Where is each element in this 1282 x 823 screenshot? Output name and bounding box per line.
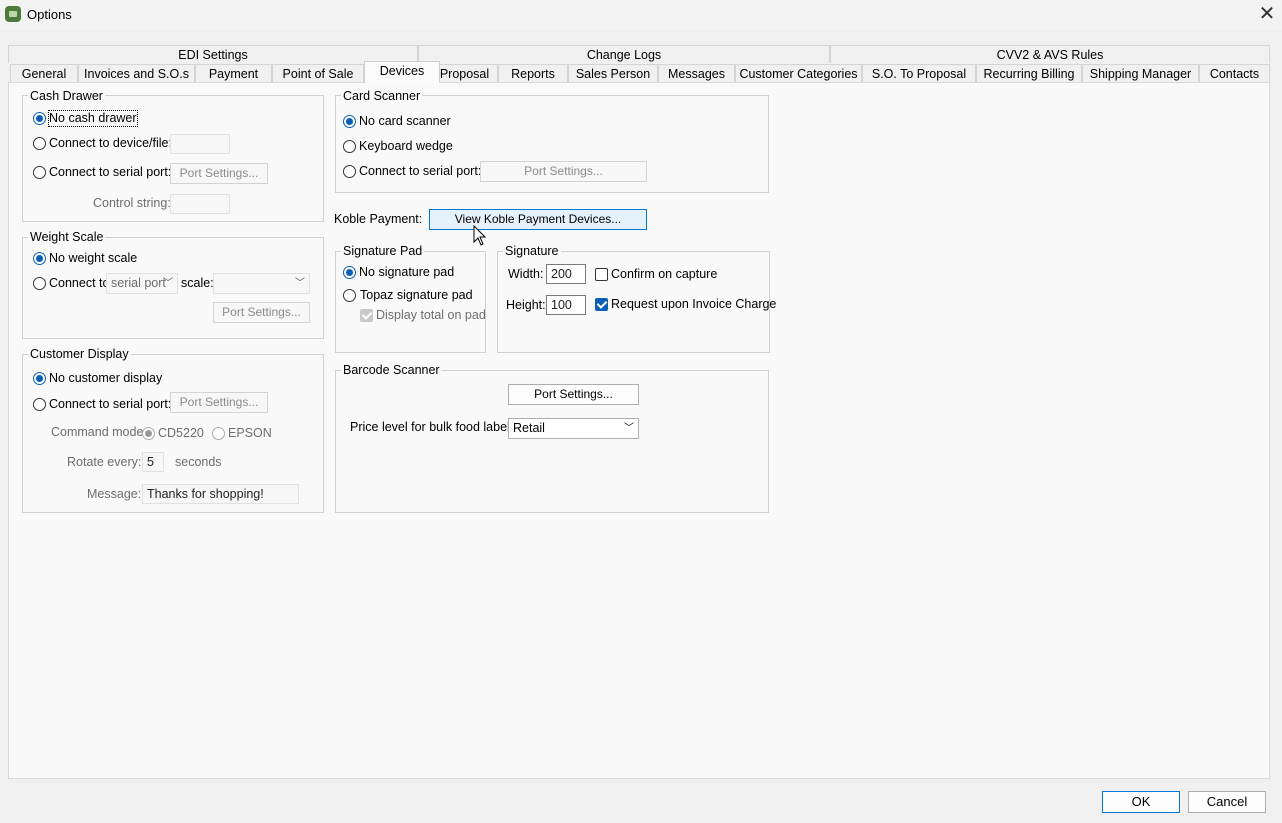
- connect-serial-port-radio[interactable]: [33, 166, 46, 179]
- signature-height-input[interactable]: 100: [546, 295, 586, 315]
- tab-general[interactable]: General: [10, 64, 78, 82]
- no-weight-scale-label[interactable]: No weight scale: [49, 251, 137, 266]
- no-card-scanner-radio[interactable]: [343, 115, 356, 128]
- tab-row-1: EDI Settings Change Logs CVV2 & AVS Rule…: [8, 45, 1270, 64]
- no-cash-drawer-label[interactable]: No cash drawer: [48, 110, 138, 127]
- scale-label: scale:: [181, 276, 214, 290]
- display-total-checkbox[interactable]: [360, 309, 373, 322]
- no-customer-display-radio[interactable]: [33, 372, 46, 385]
- request-upon-invoice-charge-label[interactable]: Request upon Invoice Charge: [611, 297, 776, 312]
- no-signature-pad-radio[interactable]: [343, 266, 356, 279]
- signature-width-input[interactable]: 200: [546, 264, 586, 284]
- connect-to-label[interactable]: Connect to: [49, 276, 109, 291]
- tab-change-logs[interactable]: Change Logs: [418, 45, 830, 63]
- request-upon-invoice-charge-checkbox[interactable]: [595, 298, 608, 311]
- message-label: Message:: [87, 487, 142, 501]
- cash-drawer-legend: Cash Drawer: [28, 89, 105, 103]
- cd5220-radio[interactable]: [142, 427, 155, 440]
- price-level-label: Price level for bulk food label:: [350, 420, 514, 434]
- connect-to-scale-radio[interactable]: [33, 277, 46, 290]
- card-scanner-legend: Card Scanner: [341, 89, 423, 103]
- scale-port-value: serial port: [111, 276, 166, 290]
- confirm-on-capture-label[interactable]: Confirm on capture: [611, 267, 717, 282]
- epson-label[interactable]: EPSON: [228, 426, 272, 441]
- cash-drawer-port-settings-button[interactable]: Port Settings...: [170, 163, 268, 184]
- koble-payment-label: Koble Payment:: [334, 212, 423, 226]
- rotate-every-label: Rotate every:: [67, 455, 142, 469]
- card-serial-port-radio[interactable]: [343, 165, 356, 178]
- height-label: Height:: [506, 298, 546, 312]
- no-weight-scale-radio[interactable]: [33, 252, 46, 265]
- scale-port-select[interactable]: serial port ﹀: [106, 273, 178, 294]
- device-file-input[interactable]: [170, 134, 230, 154]
- control-string-input[interactable]: [170, 194, 230, 214]
- mouse-cursor-icon: [473, 225, 487, 246]
- display-total-label[interactable]: Display total on pad: [376, 308, 486, 323]
- tab-edi-settings[interactable]: EDI Settings: [8, 45, 418, 63]
- confirm-on-capture-checkbox[interactable]: [595, 268, 608, 281]
- tab-customer-categories[interactable]: Customer Categories: [735, 64, 862, 82]
- barcode-port-settings-button[interactable]: Port Settings...: [508, 384, 639, 405]
- card-serial-port-label[interactable]: Connect to serial port:: [359, 164, 481, 179]
- cd5220-label[interactable]: CD5220: [158, 426, 204, 441]
- customer-display-port-settings-button[interactable]: Port Settings...: [170, 392, 268, 413]
- no-customer-display-label[interactable]: No customer display: [49, 371, 162, 386]
- rotate-seconds-input[interactable]: 5: [142, 452, 164, 472]
- tab-reports[interactable]: Reports: [498, 64, 568, 82]
- no-cash-drawer-radio[interactable]: [33, 112, 46, 125]
- message-input[interactable]: Thanks for shopping!: [142, 484, 299, 504]
- tab-devices[interactable]: Devices: [364, 61, 440, 83]
- tab-row-2: General Invoices and S.O.s Payment Point…: [8, 61, 1270, 83]
- tab-recurring-billing[interactable]: Recurring Billing: [976, 64, 1082, 82]
- width-label: Width:: [508, 267, 544, 281]
- connect-device-file-label[interactable]: Connect to device/file:: [49, 136, 172, 151]
- tab-cvv2-avs-rules[interactable]: CVV2 & AVS Rules: [830, 45, 1270, 63]
- price-level-select[interactable]: Retail ﹀: [508, 418, 639, 439]
- tab-invoices-and-sos[interactable]: Invoices and S.O.s: [78, 64, 195, 82]
- signature-legend: Signature: [503, 244, 561, 258]
- connect-device-file-radio[interactable]: [33, 137, 46, 150]
- seconds-label: seconds: [175, 455, 222, 469]
- weight-scale-legend: Weight Scale: [28, 230, 106, 244]
- display-serial-port-radio[interactable]: [33, 398, 46, 411]
- scale-type-select[interactable]: ﹀: [213, 273, 310, 294]
- no-card-scanner-label[interactable]: No card scanner: [359, 114, 451, 129]
- keyboard-wedge-radio[interactable]: [343, 140, 356, 153]
- app-icon: [5, 6, 21, 22]
- title-bar: [0, 0, 1282, 30]
- topaz-signature-pad-label[interactable]: Topaz signature pad: [360, 288, 473, 303]
- view-koble-payment-devices-button[interactable]: View Koble Payment Devices...: [429, 209, 647, 230]
- barcode-scanner-legend: Barcode Scanner: [341, 363, 442, 377]
- chevron-down-icon: ﹀: [295, 278, 305, 289]
- keyboard-wedge-label[interactable]: Keyboard wedge: [359, 139, 453, 154]
- price-level-value: Retail: [513, 421, 545, 435]
- tab-contacts[interactable]: Contacts: [1199, 64, 1270, 82]
- tab-messages[interactable]: Messages: [658, 64, 735, 82]
- tab-proposal[interactable]: Proposal: [431, 64, 498, 82]
- cancel-button[interactable]: Cancel: [1188, 791, 1266, 813]
- tab-point-of-sale[interactable]: Point of Sale: [272, 64, 364, 82]
- window-title: Options: [27, 7, 72, 22]
- customer-display-legend: Customer Display: [28, 347, 131, 361]
- weight-scale-port-settings-button[interactable]: Port Settings...: [213, 302, 310, 323]
- signature-pad-legend: Signature Pad: [341, 244, 425, 258]
- tab-shipping-manager[interactable]: Shipping Manager: [1082, 64, 1199, 82]
- chevron-down-icon: ﹀: [624, 423, 634, 434]
- tab-so-to-proposal[interactable]: S.O. To Proposal: [862, 64, 976, 82]
- tab-payment[interactable]: Payment: [195, 64, 272, 82]
- chevron-down-icon: ﹀: [163, 278, 173, 289]
- close-icon[interactable]: ✕: [1256, 3, 1278, 25]
- topaz-signature-pad-radio[interactable]: [343, 289, 356, 302]
- control-string-label: Control string:: [93, 196, 171, 210]
- display-serial-port-label[interactable]: Connect to serial port:: [49, 397, 171, 412]
- card-scanner-port-settings-button[interactable]: Port Settings...: [480, 161, 647, 182]
- connect-serial-port-label[interactable]: Connect to serial port:: [49, 165, 171, 180]
- no-signature-pad-label[interactable]: No signature pad: [359, 265, 454, 280]
- ok-button[interactable]: OK: [1102, 791, 1180, 813]
- command-mode-label: Command mode:: [51, 425, 147, 439]
- tab-sales-person[interactable]: Sales Person: [568, 64, 658, 82]
- epson-radio[interactable]: [212, 427, 225, 440]
